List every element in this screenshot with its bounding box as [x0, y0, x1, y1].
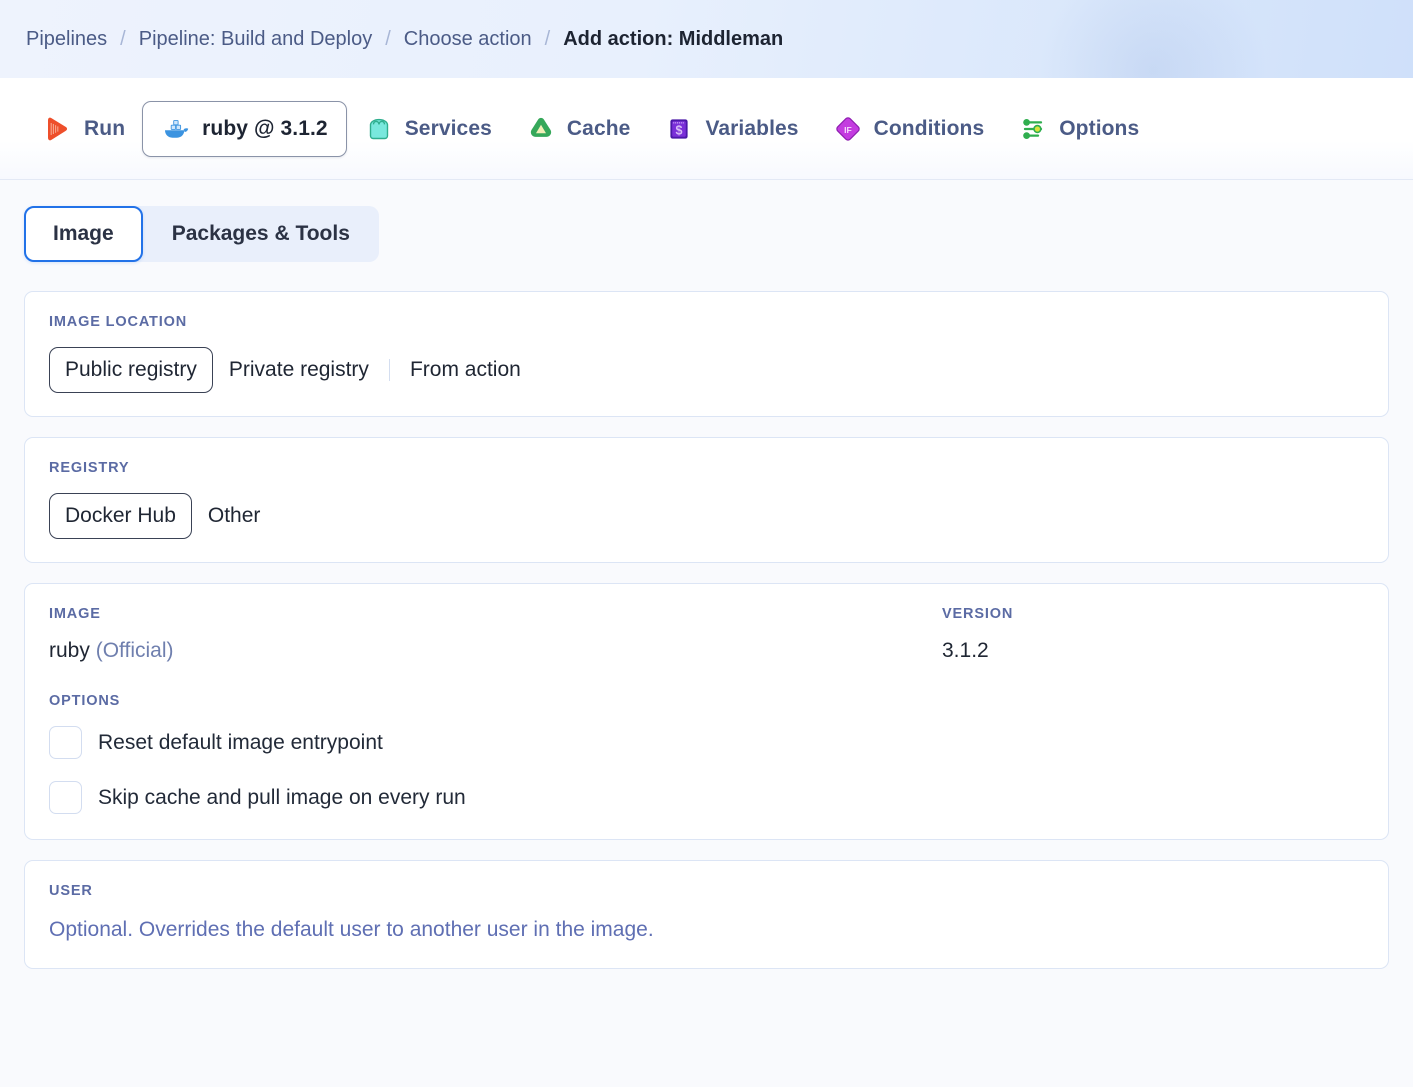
user-input[interactable]: Optional. Overrides the default user to … — [49, 916, 1364, 945]
image-tab-group: Image Packages & Tools — [24, 206, 379, 262]
registry-card: Registry Docker Hub Other — [24, 437, 1389, 563]
svg-text:$: $ — [676, 123, 683, 137]
toolbar-item-variables[interactable]: $ Variables — [647, 103, 815, 155]
toolbar-item-options[interactable]: Options — [1001, 103, 1156, 155]
breadcrumb: Pipelines / Pipeline: Build and Deploy /… — [26, 28, 783, 51]
action-toolbar: Run ruby @ 3.1.2 Services — [0, 78, 1413, 180]
breadcrumb-separator: / — [545, 28, 551, 51]
toolbar-item-image[interactable]: ruby @ 3.1.2 — [142, 101, 347, 157]
breadcrumb-item-pipeline[interactable]: Pipeline: Build and Deploy — [139, 28, 373, 51]
services-icon — [364, 114, 394, 144]
variables-dollar-icon: $ — [664, 114, 694, 144]
breadcrumb-item-choose-action[interactable]: Choose action — [404, 28, 532, 51]
option-from-action[interactable]: From action — [394, 347, 537, 393]
checkbox-reset-entrypoint[interactable] — [49, 726, 82, 759]
option-divider — [389, 359, 390, 381]
image-location-options: Public registry Private registry From ac… — [49, 347, 1364, 393]
breadcrumb-bar: Pipelines / Pipeline: Build and Deploy /… — [0, 0, 1413, 78]
user-label: User — [49, 883, 1364, 899]
option-public-registry[interactable]: Public registry — [49, 347, 213, 393]
toolbar-item-conditions[interactable]: IF Conditions — [816, 103, 1002, 155]
version-label: Version — [942, 606, 1364, 622]
run-play-icon — [43, 114, 73, 144]
checkbox-skip-cache[interactable] — [49, 781, 82, 814]
toolbar-item-label: Cache — [567, 117, 631, 141]
svg-text:IF: IF — [844, 125, 852, 135]
image-label: Image — [49, 606, 942, 622]
toolbar-item-label: Options — [1059, 117, 1139, 141]
toolbar-item-label: Run — [84, 117, 125, 141]
image-location-label: Image location — [49, 314, 1364, 330]
image-name: ruby — [49, 639, 90, 662]
option-docker-hub[interactable]: Docker Hub — [49, 493, 192, 539]
toolbar-item-label: Services — [405, 117, 492, 141]
tab-packages-tools[interactable]: Packages & Tools — [143, 206, 379, 262]
checkbox-label: Reset default image entrypoint — [98, 731, 383, 755]
image-details-card: Image ruby (Official) Version 3.1.2 Opti… — [24, 583, 1389, 840]
breadcrumb-separator: / — [120, 28, 126, 51]
image-official-badge: (Official) — [96, 639, 174, 662]
toolbar-item-services[interactable]: Services — [347, 103, 509, 155]
checkbox-row-reset-entrypoint[interactable]: Reset default image entrypoint — [49, 726, 1364, 759]
breadcrumb-item-pipelines[interactable]: Pipelines — [26, 28, 107, 51]
option-private-registry[interactable]: Private registry — [213, 347, 385, 393]
docker-whale-icon — [161, 114, 191, 144]
toolbar-item-label: Conditions — [874, 117, 985, 141]
image-version-grid: Image ruby (Official) Version 3.1.2 — [49, 606, 1364, 663]
options-sliders-icon — [1018, 114, 1048, 144]
version-value[interactable]: 3.1.2 — [942, 639, 1364, 663]
breadcrumb-separator: / — [385, 28, 391, 51]
user-card: User Optional. Overrides the default use… — [24, 860, 1389, 969]
tab-image[interactable]: Image — [24, 206, 143, 262]
breadcrumb-item-current: Add action: Middleman — [563, 28, 783, 51]
image-value[interactable]: ruby (Official) — [49, 639, 942, 663]
toolbar-item-label: Variables — [705, 117, 798, 141]
toolbar-item-run[interactable]: Run — [26, 103, 142, 155]
option-other-registry[interactable]: Other — [192, 493, 277, 539]
checkbox-label: Skip cache and pull image on every run — [98, 786, 466, 810]
toolbar-item-cache[interactable]: Cache — [509, 103, 648, 155]
cache-icon — [526, 114, 556, 144]
conditions-if-icon: IF — [833, 114, 863, 144]
image-location-card: Image location Public registry Private r… — [24, 291, 1389, 417]
registry-label: Registry — [49, 460, 1364, 476]
registry-options: Docker Hub Other — [49, 493, 1364, 539]
checkbox-row-skip-cache[interactable]: Skip cache and pull image on every run — [49, 781, 1364, 814]
image-column: Image ruby (Official) — [49, 606, 942, 663]
toolbar-item-label: ruby @ 3.1.2 — [202, 117, 328, 141]
version-column: Version 3.1.2 — [942, 606, 1364, 663]
options-label: Options — [49, 693, 1364, 709]
main-content: Image Packages & Tools Image location Pu… — [0, 180, 1413, 1087]
